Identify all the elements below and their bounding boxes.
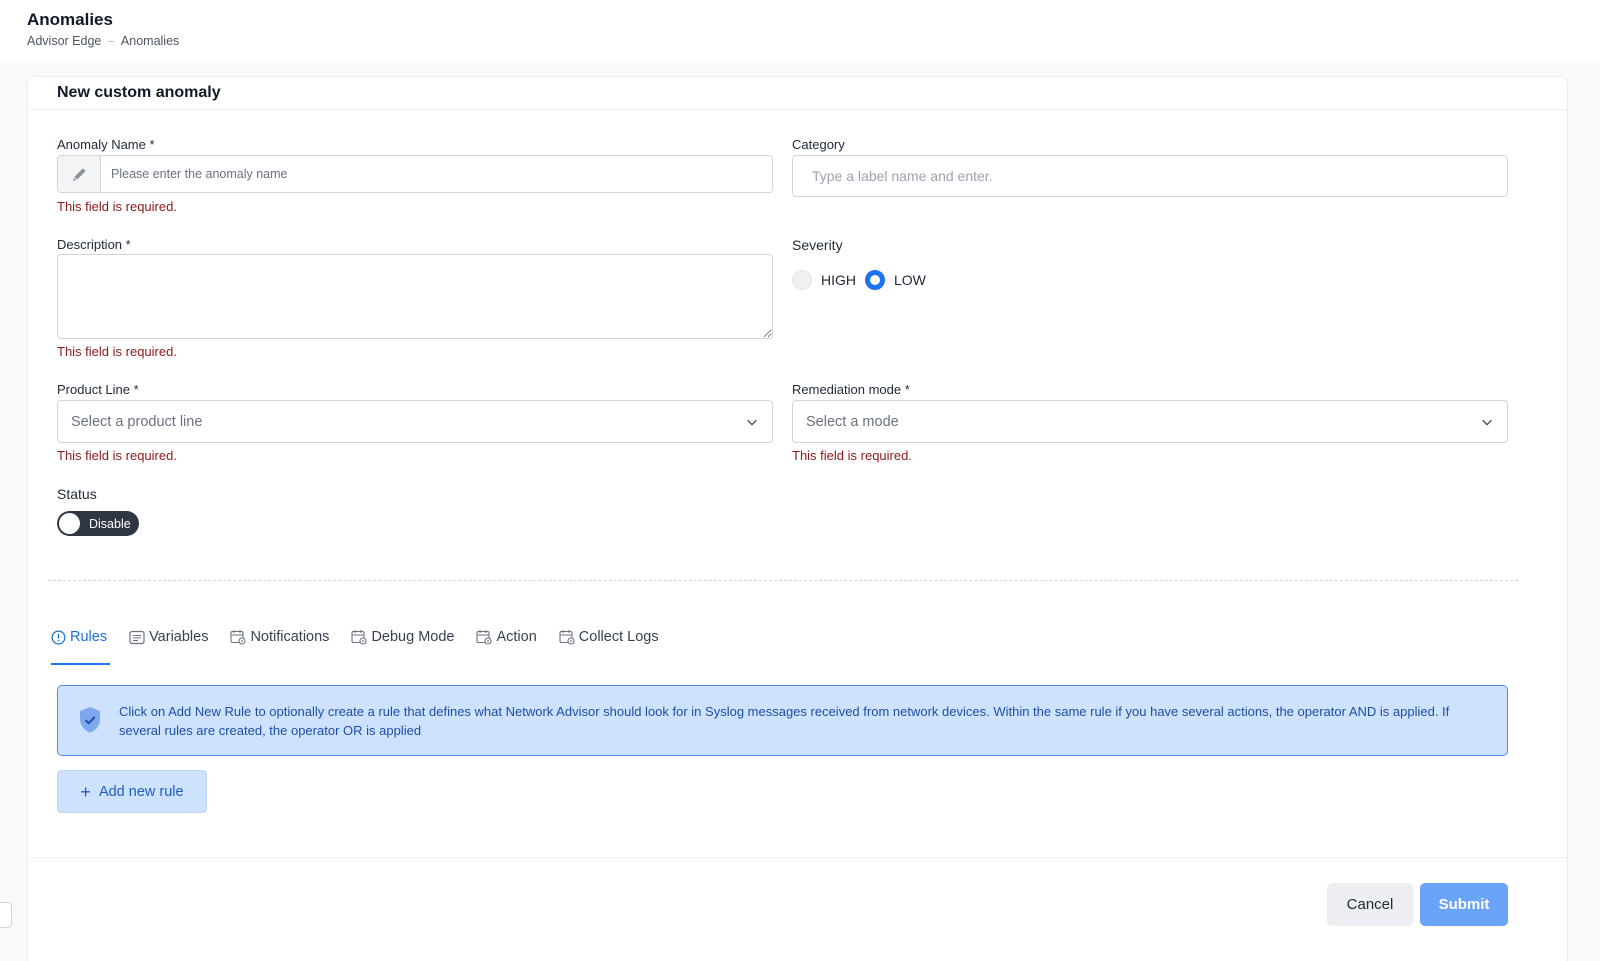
- severity-radio-high[interactable]: HIGH: [792, 270, 856, 290]
- tab-label: Action: [496, 629, 537, 645]
- product-line-label: Product Line *: [57, 382, 139, 397]
- tab-bar: Rules Variables Notifications Debug Mode…: [51, 623, 681, 651]
- description-error: This field is required.: [57, 344, 177, 359]
- radio-label: HIGH: [821, 272, 856, 288]
- severity-radio-group: HIGH LOW: [792, 270, 935, 290]
- tab-label: Debug Mode: [371, 629, 455, 645]
- radio-circle: [792, 270, 812, 290]
- category-label: Category: [792, 137, 845, 152]
- status-label: Status: [57, 486, 97, 502]
- section-divider: [48, 580, 1518, 581]
- chevron-down-icon: [1482, 419, 1492, 426]
- anomaly-name-input[interactable]: [101, 156, 772, 192]
- severity-label: Severity: [792, 237, 843, 253]
- rules-info-text: Click on Add New Rule to optionally crea…: [119, 704, 1450, 738]
- toggle-label: Disable: [89, 516, 131, 531]
- breadcrumb-item-anomalies[interactable]: Anomalies: [121, 34, 179, 48]
- add-new-rule-label: Add new rule: [98, 783, 184, 800]
- new-anomaly-card: New custom anomaly Anomaly Name * This f…: [27, 76, 1568, 961]
- calendar-gear-icon: [476, 630, 493, 645]
- remediation-mode-select[interactable]: Select a mode: [792, 400, 1508, 443]
- rules-info-alert: Click on Add New Rule to optionally crea…: [57, 685, 1508, 756]
- tab-action[interactable]: Action: [476, 623, 537, 651]
- card-title: New custom anomaly: [57, 84, 221, 101]
- submit-button[interactable]: Submit: [1420, 883, 1508, 926]
- remediation-mode-error: This field is required.: [792, 448, 912, 463]
- anomaly-name-error: This field is required.: [57, 199, 177, 214]
- anomaly-name-label: Anomaly Name *: [57, 137, 155, 152]
- list-box-icon: [129, 630, 145, 644]
- alert-circle-icon: [51, 630, 66, 644]
- product-line-select[interactable]: Select a product line: [57, 400, 773, 443]
- tab-label: Rules: [70, 629, 108, 645]
- tab-notifications[interactable]: Notifications: [230, 623, 329, 651]
- category-input[interactable]: [792, 155, 1508, 197]
- footer-divider: [28, 857, 1567, 858]
- cancel-button[interactable]: Cancel: [1327, 883, 1413, 926]
- breadcrumb: Advisor Edge – Anomalies: [27, 34, 179, 48]
- add-new-rule-button[interactable]: + Add new rule: [57, 770, 207, 813]
- tab-label: Collect Logs: [578, 629, 659, 645]
- chevron-down-icon: [747, 419, 757, 426]
- tab-label: Notifications: [250, 629, 330, 645]
- remediation-mode-label: Remediation mode *: [792, 382, 910, 397]
- tab-label: Variables: [149, 629, 209, 645]
- product-line-placeholder: Select a product line: [71, 413, 203, 430]
- severity-radio-low[interactable]: LOW: [865, 270, 926, 290]
- tab-rules[interactable]: Rules: [51, 623, 107, 651]
- page-title: Anomalies: [27, 10, 113, 29]
- divider: [28, 109, 1567, 110]
- breadcrumb-separator: –: [108, 35, 114, 47]
- calendar-gear-icon: [351, 630, 367, 645]
- radio-label: LOW: [894, 272, 926, 288]
- sidebar-collapse-handle[interactable]: [0, 902, 12, 928]
- active-tab-indicator: [51, 663, 110, 665]
- remediation-mode-placeholder: Select a mode: [806, 413, 899, 430]
- description-label: Description *: [57, 237, 131, 252]
- calendar-gear-icon: [559, 630, 575, 645]
- anomaly-name-field: [57, 155, 773, 193]
- radio-circle-selected: [865, 270, 885, 290]
- tab-variables[interactable]: Variables: [129, 623, 208, 651]
- pencil-icon: [58, 156, 101, 192]
- tab-collect-logs[interactable]: Collect Logs: [559, 623, 659, 651]
- calendar-gear-icon: [230, 630, 247, 645]
- breadcrumb-item-advisor-edge[interactable]: Advisor Edge: [27, 34, 101, 48]
- status-toggle[interactable]: Disable: [57, 511, 139, 536]
- plus-icon: +: [80, 781, 91, 802]
- description-textarea[interactable]: [57, 254, 773, 339]
- tab-debug-mode[interactable]: Debug Mode: [351, 623, 454, 651]
- shield-check-icon: [80, 707, 100, 733]
- product-line-error: This field is required.: [57, 448, 177, 463]
- toggle-knob: [59, 513, 80, 534]
- page-header: Anomalies Advisor Edge – Anomalies: [0, 0, 1600, 61]
